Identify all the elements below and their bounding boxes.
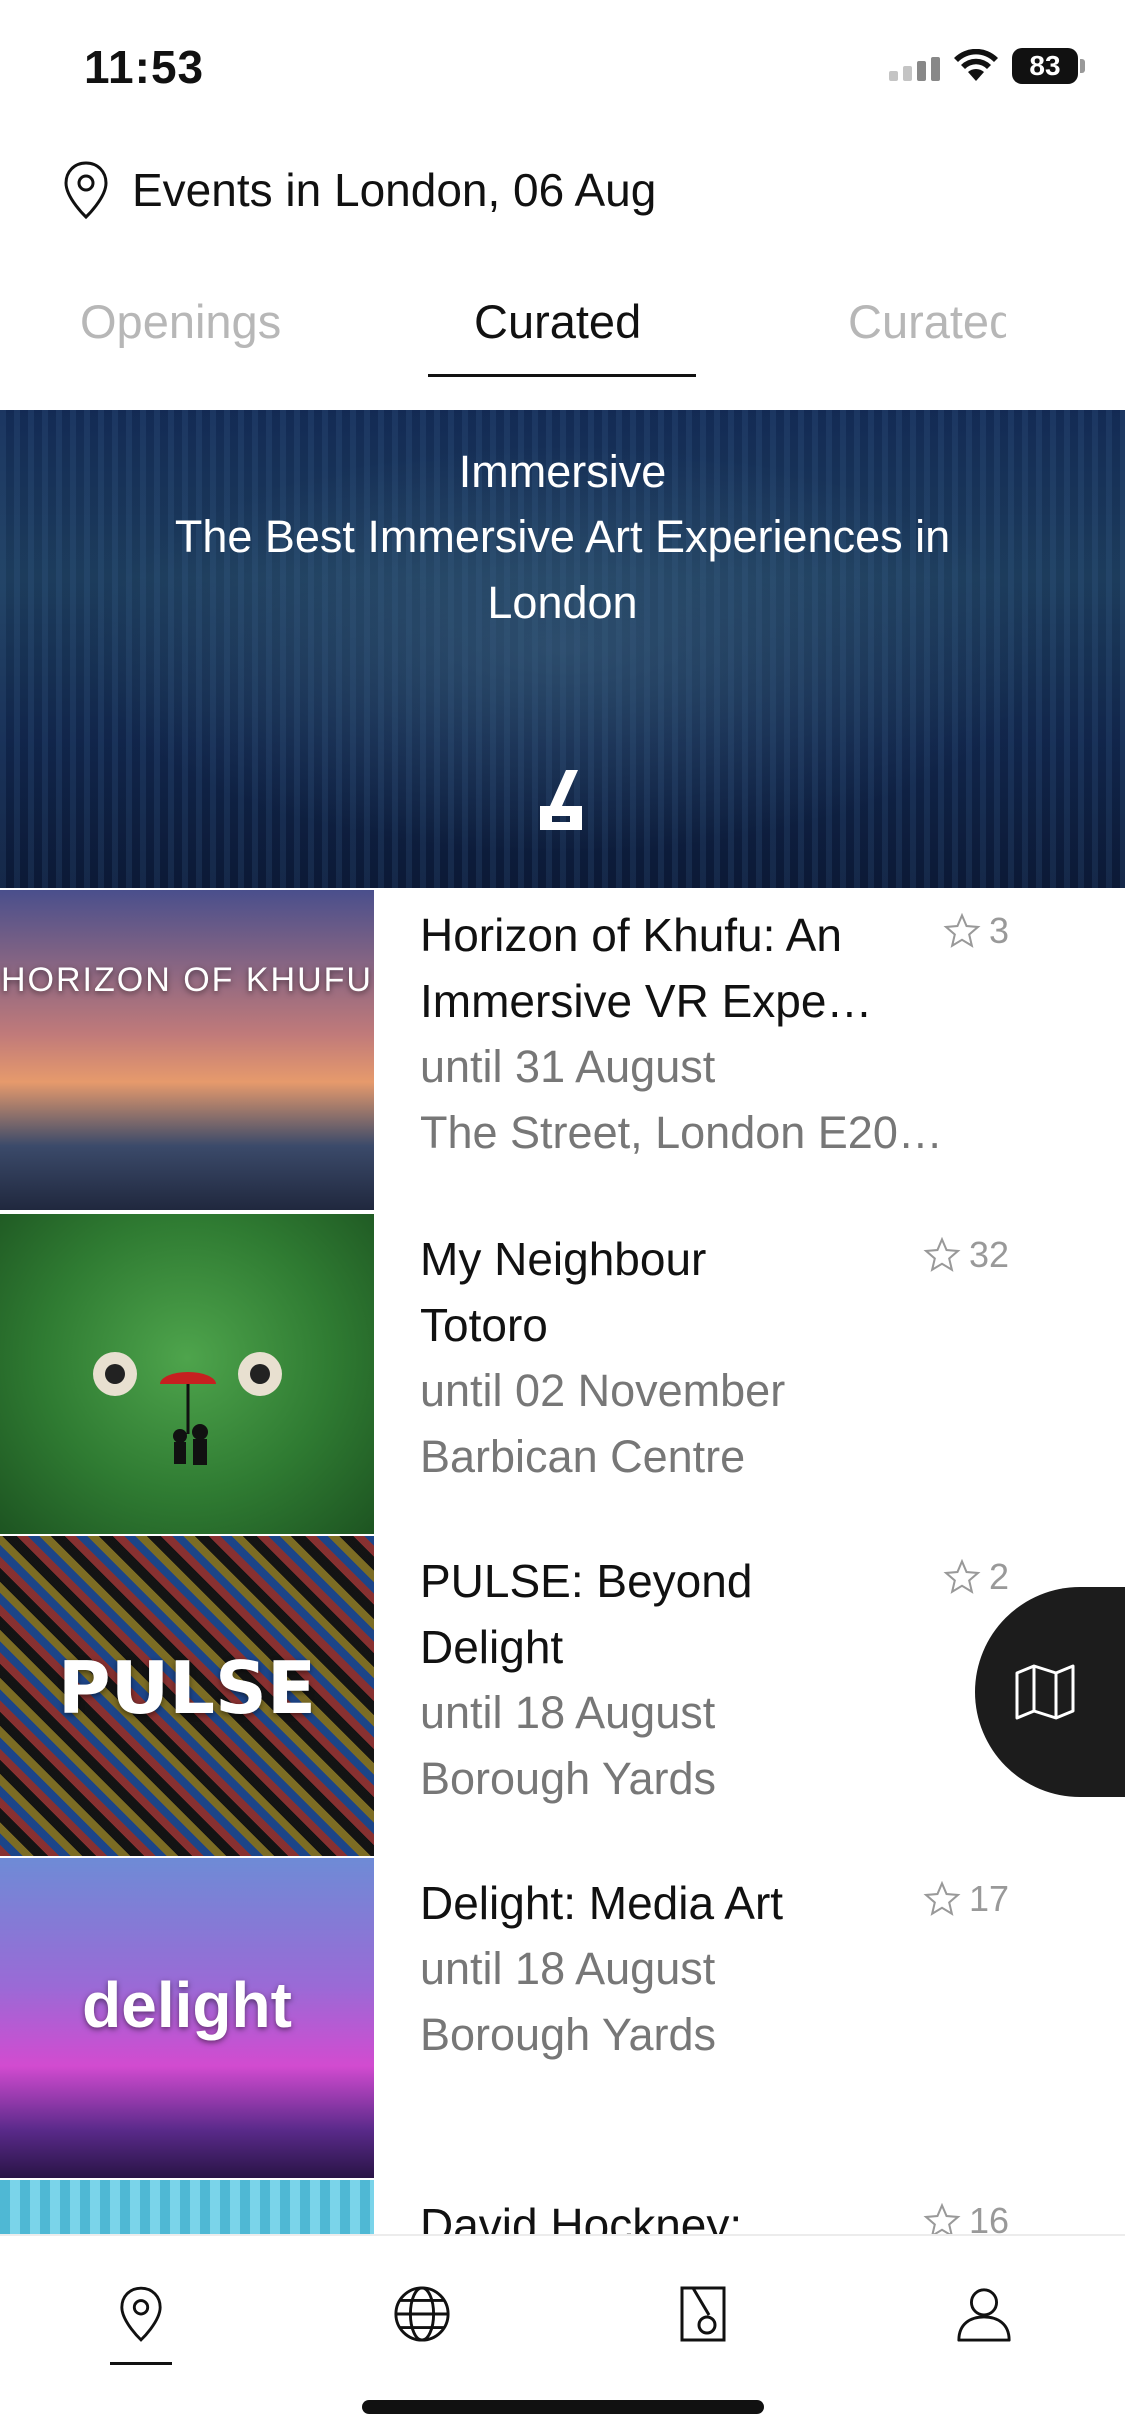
status-time: 11:53 bbox=[84, 41, 205, 93]
nav-events[interactable] bbox=[101, 2274, 181, 2354]
event-dates: until 31 August bbox=[420, 1041, 716, 1092]
star-icon bbox=[943, 1559, 981, 1594]
rating[interactable]: 32 bbox=[923, 1234, 1009, 1276]
list-item[interactable]: delight Delight: Media Art until 18 Augu… bbox=[0, 1858, 1125, 2178]
bottom-nav bbox=[0, 2234, 1125, 2436]
cellular-signal-icon bbox=[889, 51, 940, 81]
wifi-icon bbox=[954, 49, 998, 81]
star-icon bbox=[943, 913, 981, 948]
home-indicator bbox=[362, 2400, 764, 2414]
hero-banner[interactable]: Immersive The Best Immersive Art Experie… bbox=[0, 410, 1125, 888]
location-pin-icon bbox=[64, 161, 108, 220]
event-thumbnail: delight bbox=[0, 1858, 374, 2178]
active-nav-indicator bbox=[110, 2362, 172, 2365]
event-thumbnail: PULSE bbox=[0, 1536, 374, 1856]
list-item[interactable]: HORIZON OF KHUFU Horizon of Khufu: An Im… bbox=[0, 890, 1125, 1210]
status-bar: 11:53 83 bbox=[0, 0, 1125, 130]
event-dates: until 18 August bbox=[420, 1943, 716, 1994]
totoro-illustration bbox=[93, 1352, 282, 1465]
tab-bar: Openings Curated Curated bbox=[0, 290, 1125, 380]
list-item[interactable]: PULSE PULSE: Beyond Delight until 18 Aug… bbox=[0, 1536, 1125, 1856]
event-thumbnail bbox=[0, 1214, 374, 1534]
hero-title: The Best Immersive Art Experiences in Lo… bbox=[174, 511, 951, 628]
tab-curated-2[interactable]: Curated bbox=[848, 294, 1006, 349]
star-icon bbox=[923, 1881, 961, 1916]
event-dates: until 02 November bbox=[420, 1365, 786, 1416]
globe-icon bbox=[394, 2286, 450, 2342]
tab-openings[interactable]: Openings bbox=[80, 294, 281, 349]
nav-brand[interactable] bbox=[663, 2274, 743, 2354]
battery-level: 83 bbox=[1012, 48, 1078, 84]
rating-count: 3 bbox=[988, 910, 1009, 951]
event-thumbnail: HORIZON OF KHUFU bbox=[0, 890, 374, 1210]
rating[interactable]: 17 bbox=[923, 1878, 1009, 1920]
profile-icon bbox=[957, 2288, 1011, 2342]
tab-curated[interactable]: Curated bbox=[474, 294, 641, 349]
rating-count: 2 bbox=[988, 1556, 1009, 1597]
list-item[interactable]: My Neighbour Totoro until 02 November Ba… bbox=[0, 1214, 1125, 1534]
rating[interactable]: 3 bbox=[943, 910, 1009, 952]
event-title: Delight: Media Art bbox=[420, 1877, 784, 1929]
event-dates: until 18 August bbox=[420, 1687, 716, 1738]
hero-category: Immersive bbox=[458, 446, 667, 497]
event-venue: Borough Yards bbox=[420, 1753, 717, 1804]
thumbnail-text: delight bbox=[82, 1969, 292, 2041]
battery-icon: 83 bbox=[1012, 48, 1085, 84]
active-tab-indicator bbox=[428, 374, 696, 377]
hero-text: Immersive The Best Immersive Art Experie… bbox=[0, 446, 1125, 636]
star-icon bbox=[923, 1237, 961, 1272]
location-pin-icon bbox=[120, 2286, 162, 2342]
event-venue: Borough Yards bbox=[420, 2009, 717, 2060]
location-header[interactable]: Events in London, 06 Aug bbox=[62, 160, 656, 220]
event-title: Horizon of Khufu: An Immersive VR Expe… bbox=[420, 909, 873, 1027]
brand-logo-icon bbox=[540, 770, 582, 830]
event-venue: Barbican Centre bbox=[420, 1431, 746, 1482]
map-icon bbox=[1015, 1664, 1075, 1720]
thumbnail-text: PULSE bbox=[57, 1646, 317, 1730]
event-title: My Neighbour Totoro bbox=[420, 1233, 707, 1351]
rating-count: 32 bbox=[968, 1234, 1009, 1275]
status-icons: 83 bbox=[889, 48, 1085, 84]
page-title: Events in London, 06 Aug bbox=[132, 164, 657, 216]
nav-profile[interactable] bbox=[944, 2274, 1024, 2354]
event-venue: The Street, London E20… bbox=[420, 1107, 943, 1158]
thumbnail-text: HORIZON OF KHUFU bbox=[1, 961, 373, 999]
rating-count: 17 bbox=[968, 1878, 1009, 1919]
r-logo-icon bbox=[680, 2286, 726, 2342]
event-title: PULSE: Beyond Delight bbox=[420, 1555, 753, 1673]
rating[interactable]: 2 bbox=[943, 1556, 1009, 1598]
nav-explore[interactable] bbox=[382, 2274, 462, 2354]
